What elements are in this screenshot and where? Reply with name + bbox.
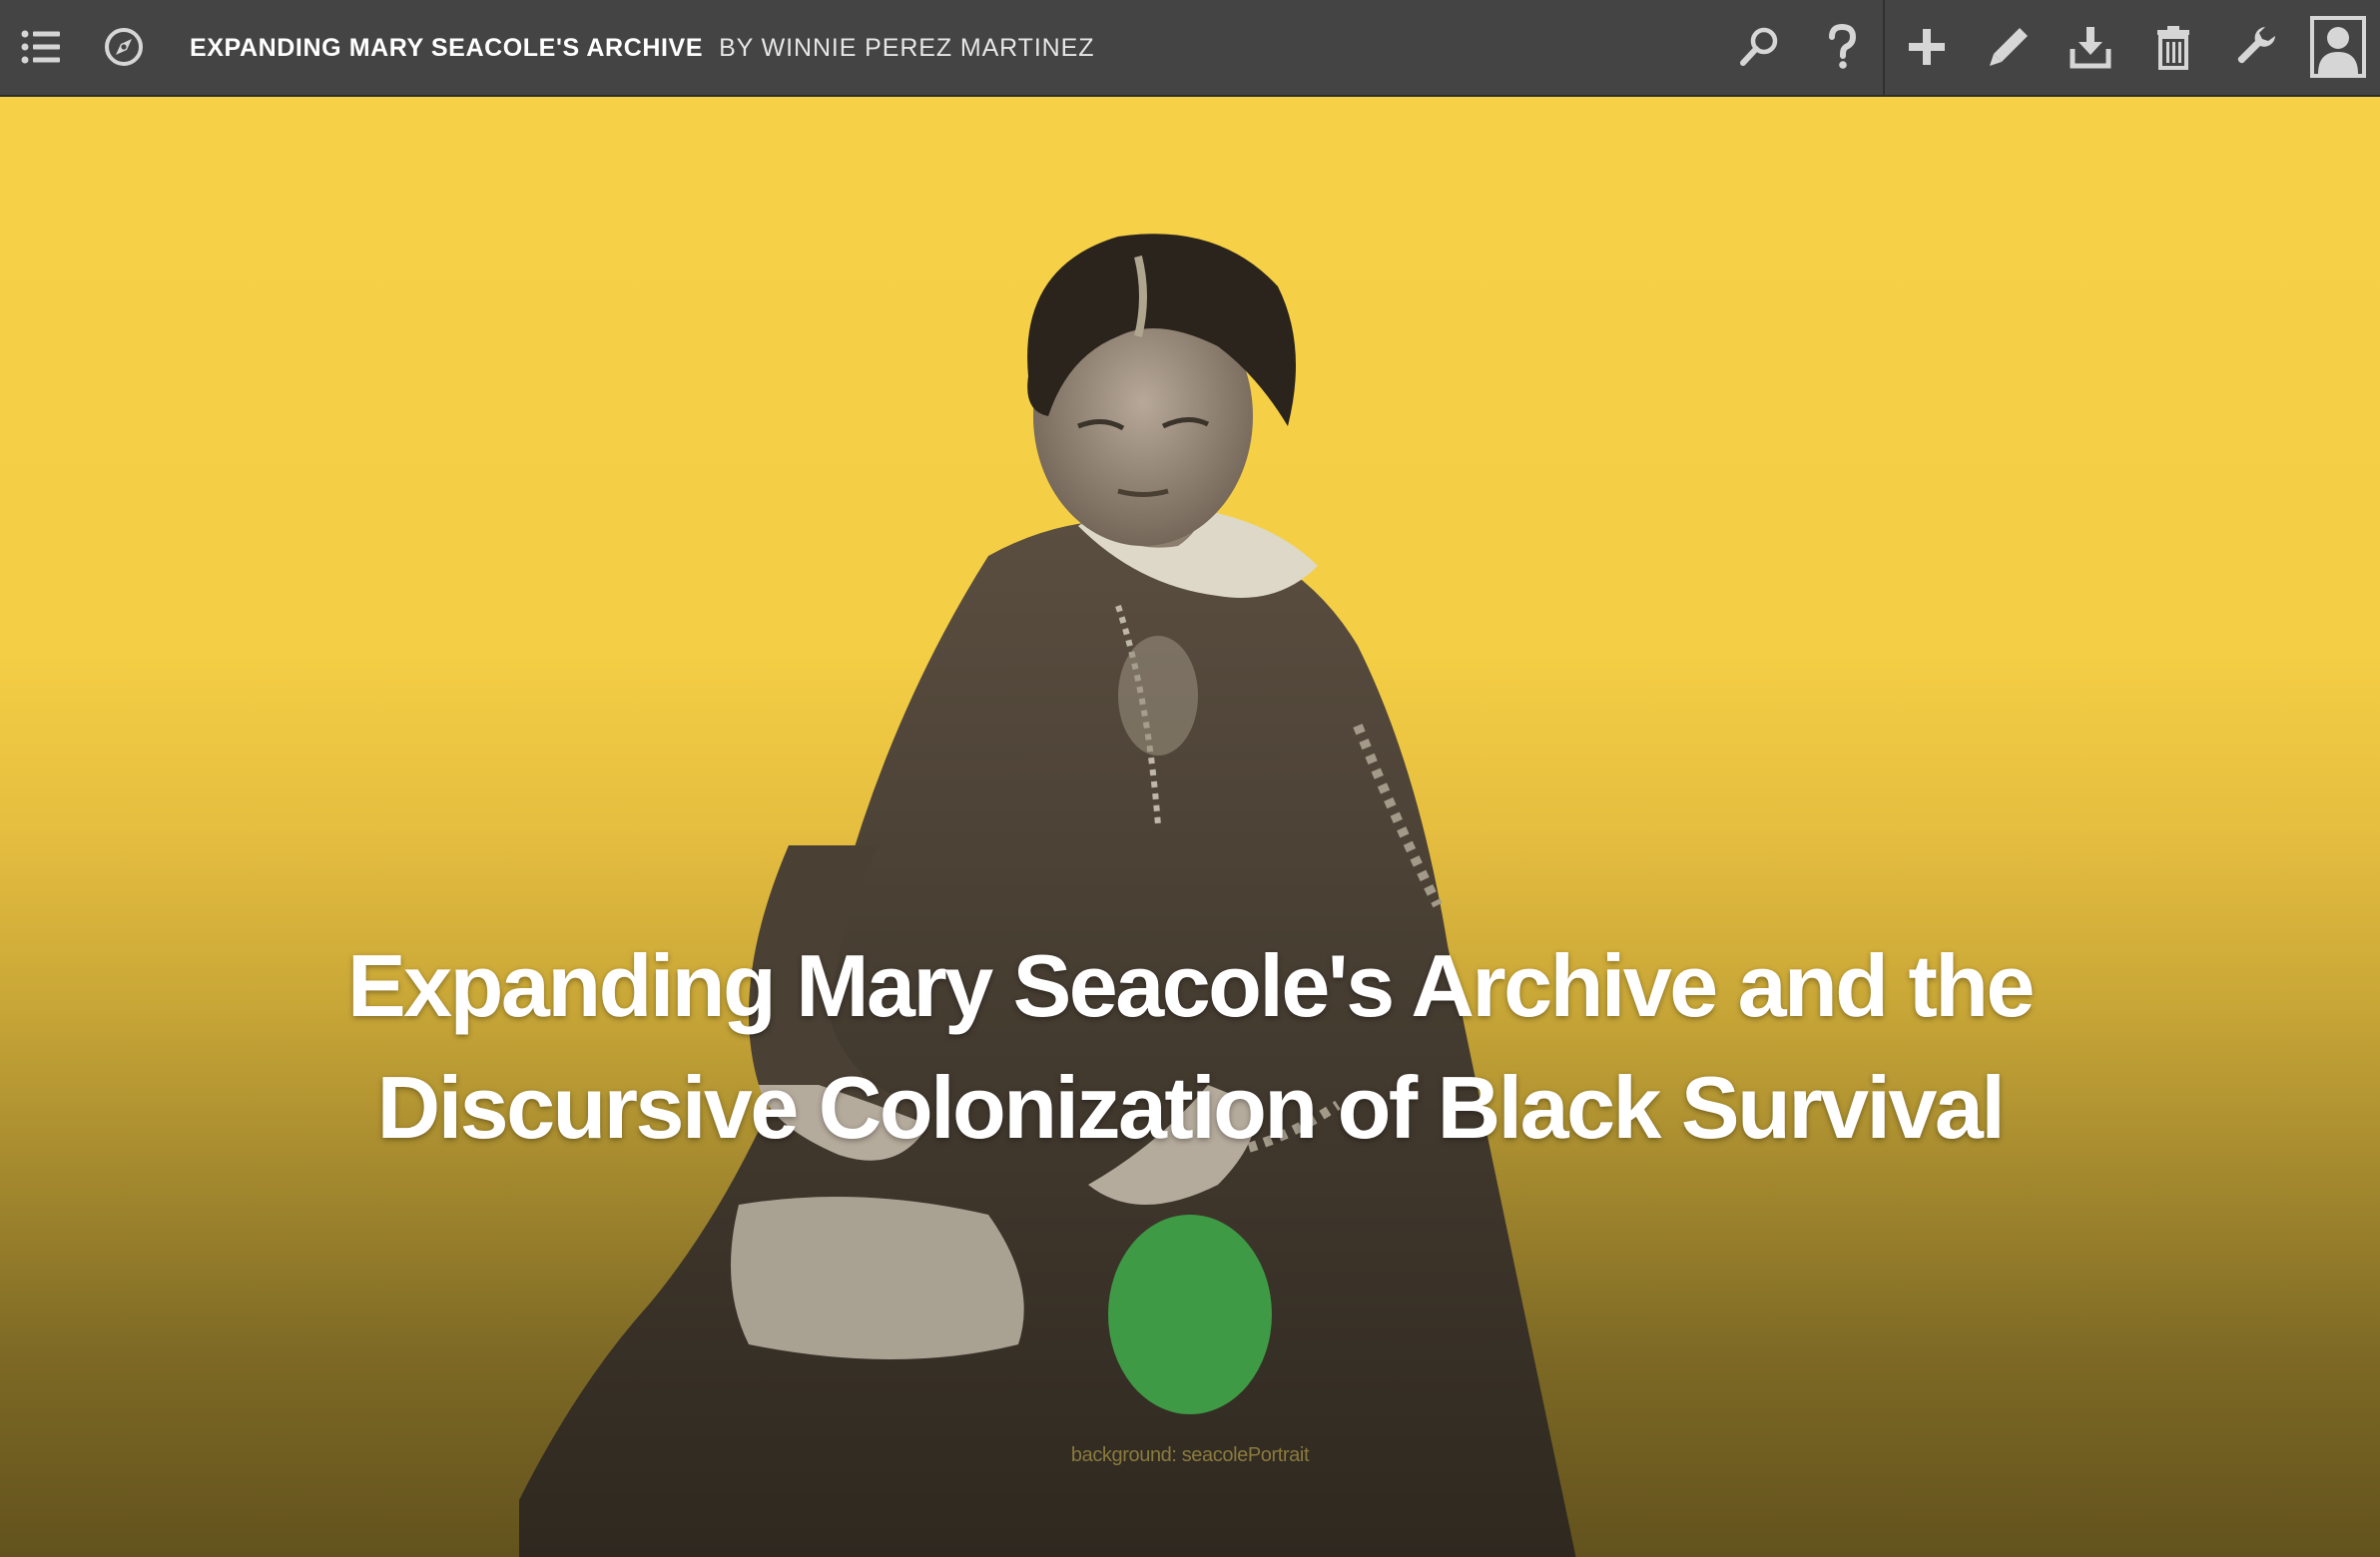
document-title[interactable]: EXPANDING MARY SEACOLE'S ARCHIVE bbox=[190, 34, 703, 63]
user-icon[interactable] bbox=[2308, 16, 2368, 78]
add-icon[interactable] bbox=[1897, 17, 1957, 77]
wrench-icon[interactable] bbox=[2226, 17, 2286, 77]
toolbar-divider bbox=[1883, 0, 1885, 97]
document-byline: BY WINNIE PEREZ MARTINEZ bbox=[719, 34, 1095, 62]
pencil-icon[interactable] bbox=[1979, 17, 2039, 77]
top-toolbar: EXPANDING MARY SEACOLE'S ARCHIVE BY WINN… bbox=[0, 0, 2380, 97]
compass-icon[interactable] bbox=[94, 17, 154, 77]
background-label: background: seacolePortrait bbox=[1070, 1444, 1310, 1466]
search-icon[interactable] bbox=[1729, 17, 1789, 77]
story-start-marker[interactable] bbox=[1108, 1215, 1272, 1414]
hero-cover: Expanding Mary Seacole's Archive and the… bbox=[0, 97, 2380, 1557]
list-icon[interactable] bbox=[11, 17, 71, 77]
help-icon[interactable] bbox=[1812, 17, 1872, 77]
app-root: EXPANDING MARY SEACOLE'S ARCHIVE BY WINN… bbox=[0, 0, 2380, 1557]
document-heading: EXPANDING MARY SEACOLE'S ARCHIVE BY WINN… bbox=[190, 0, 1094, 97]
hero-title: Expanding Mary Seacole's Archive and the… bbox=[346, 936, 2036, 1157]
trash-icon[interactable] bbox=[2143, 17, 2203, 77]
download-icon[interactable] bbox=[2061, 17, 2120, 77]
